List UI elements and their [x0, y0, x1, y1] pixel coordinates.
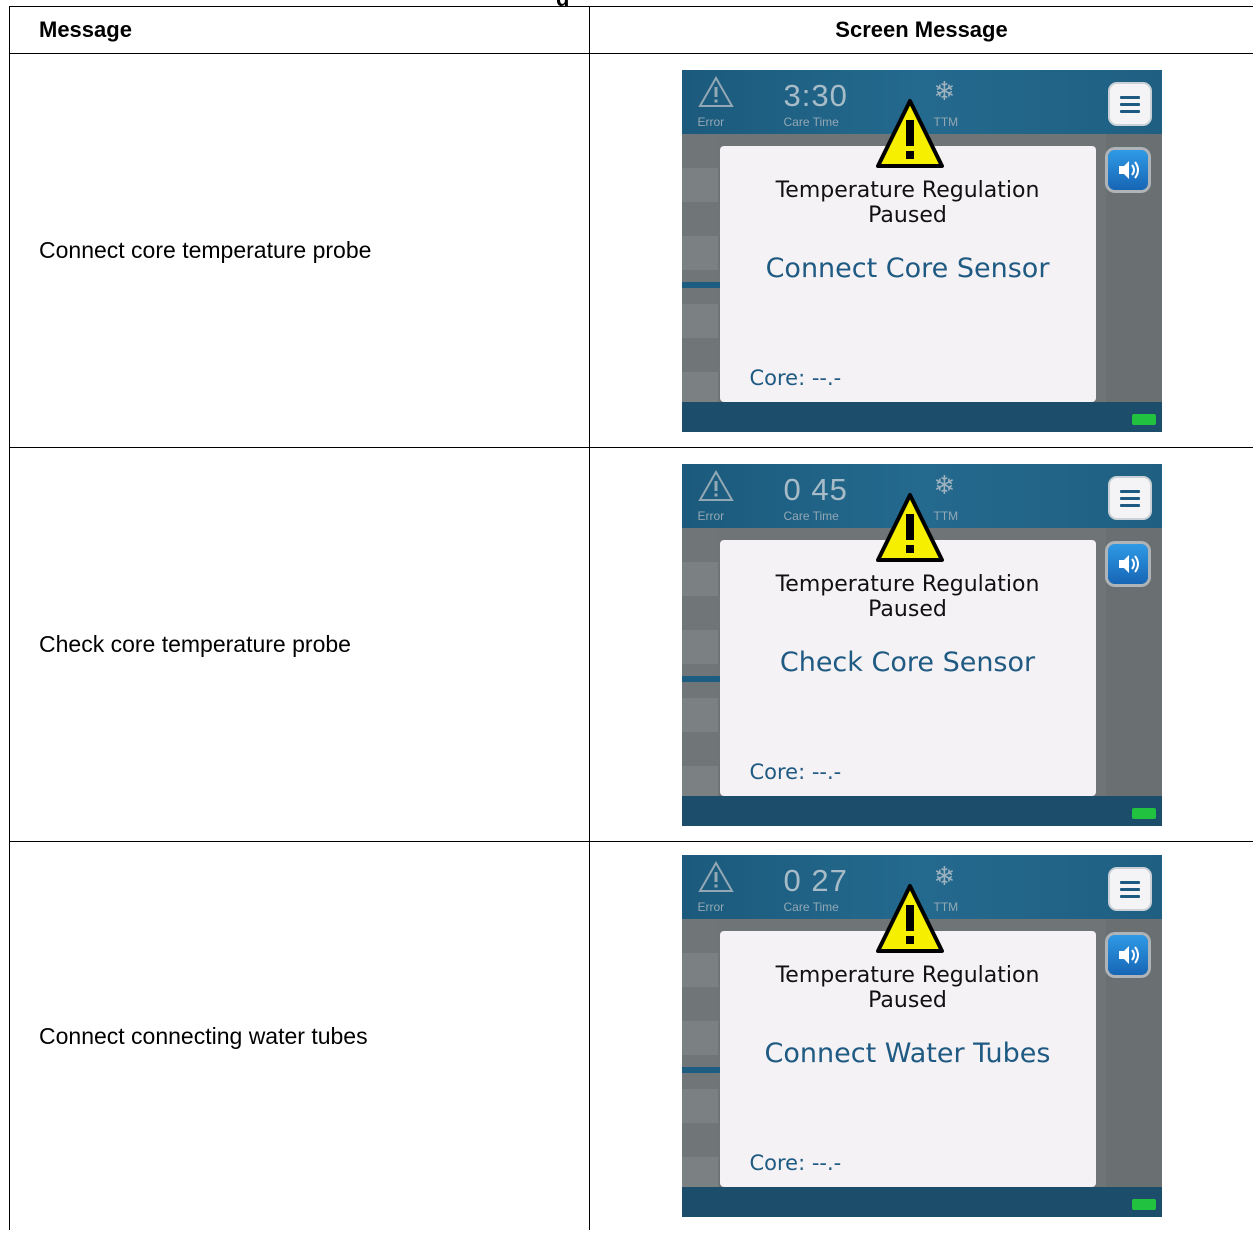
- table-row: Connect core temperature probe Error 3:3…: [9, 53, 1253, 448]
- graph-area: [681, 527, 718, 796]
- table-row: Connect connecting water tubes Error 0 2…: [9, 841, 1253, 1230]
- dialog-message: Connect Water Tubes: [764, 1038, 1051, 1069]
- menu-line: [1119, 888, 1140, 891]
- dialog-title-line2: Paused: [868, 202, 947, 228]
- dialog-title-line2: Paused: [868, 988, 947, 1013]
- warning-triangle-icon: [875, 884, 944, 953]
- hamburger-menu-icon: [1119, 489, 1140, 493]
- care-time-label: Care Time: [783, 900, 839, 914]
- screen-cell: Error 3:30 Care Time ❄ TTM Temperature R…: [589, 53, 1253, 448]
- dialog-title-line1: Temperature Regulation: [775, 963, 1040, 988]
- care-time-value: 0 27: [783, 863, 848, 898]
- battery-icon: [1131, 807, 1156, 819]
- menu-button[interactable]: [1109, 869, 1150, 909]
- menu-line: [1119, 109, 1140, 113]
- header-screen-message: Screen Message: [589, 6, 1253, 54]
- error-label: Error: [697, 508, 725, 523]
- dialog-message: Connect Core Sensor: [765, 252, 1050, 284]
- speaker-icon: [1118, 160, 1139, 179]
- menu-line: [1119, 895, 1140, 898]
- warning-triangle-icon: [875, 492, 944, 562]
- error-label: Error: [697, 114, 725, 129]
- table-row: Check core temperature probe Error 0 45 …: [9, 447, 1253, 842]
- message-table: Message Screen Message Connect core temp…: [9, 6, 1253, 1230]
- care-time-value: 0 45: [783, 471, 848, 507]
- sound-button[interactable]: [1107, 149, 1148, 190]
- battery-icon: [1131, 413, 1156, 425]
- device-screen: Error 0 45 Care Time ❄ TTM Temperature R…: [681, 463, 1162, 826]
- message-text: Connect connecting water tubes: [9, 841, 590, 1230]
- warning-outline-icon[interactable]: [697, 469, 734, 502]
- graph-area: [681, 919, 718, 1187]
- dialog-title: Temperature Regulation Paused: [720, 178, 1096, 228]
- core-temperature: Core: --.-: [749, 759, 842, 784]
- speaker-icon: [1118, 946, 1139, 964]
- dialog-title-line1: Temperature Regulation: [775, 571, 1040, 597]
- menu-line: [1119, 102, 1140, 106]
- graph-line: [681, 1067, 720, 1073]
- menu-button[interactable]: [1109, 477, 1150, 518]
- dialog-title-line2: Paused: [868, 596, 947, 622]
- bottom-bar: [681, 795, 1162, 826]
- sound-button[interactable]: [1107, 543, 1148, 584]
- menu-line: [1119, 496, 1140, 500]
- dialog-title: Temperature Regulation Paused: [720, 963, 1096, 1013]
- error-label: Error: [697, 900, 725, 914]
- device-screen: Error 3:30 Care Time ❄ TTM Temperature R…: [681, 69, 1162, 432]
- bottom-bar: [681, 401, 1162, 432]
- bottom-bar: [681, 1187, 1162, 1217]
- message-text: Connect core temperature probe: [9, 53, 590, 448]
- screen-cell: Error 0 45 Care Time ❄ TTM Temperature R…: [589, 447, 1253, 842]
- table-header-row: Message Screen Message: [9, 6, 1253, 54]
- sound-button[interactable]: [1107, 935, 1148, 975]
- message-text: Check core temperature probe: [9, 447, 590, 842]
- care-time-label: Care Time: [783, 114, 839, 129]
- hamburger-menu-icon: [1119, 881, 1140, 884]
- screen-cell: Error 0 27 Care Time ❄ TTM Temperature R…: [589, 841, 1253, 1230]
- hamburger-menu-icon: [1119, 95, 1140, 99]
- menu-line: [1119, 503, 1140, 507]
- graph-line: [681, 281, 720, 288]
- graph-line: [681, 675, 720, 682]
- device-screen: Error 0 27 Care Time ❄ TTM Temperature R…: [681, 855, 1162, 1217]
- warning-outline-icon[interactable]: [697, 861, 734, 893]
- battery-icon: [1131, 1199, 1156, 1210]
- dialog-title: Temperature Regulation Paused: [720, 572, 1096, 622]
- speaker-icon: [1118, 554, 1139, 573]
- core-temperature: Core: --.-: [749, 365, 842, 390]
- core-temperature: Core: --.-: [749, 1151, 842, 1175]
- warning-outline-icon[interactable]: [697, 75, 734, 108]
- warning-triangle-icon: [875, 98, 944, 168]
- care-time-value: 3:30: [783, 77, 848, 113]
- header-message: Message: [9, 6, 590, 54]
- dialog-title-line1: Temperature Regulation: [775, 177, 1040, 203]
- graph-area: [681, 133, 718, 402]
- dialog-message: Check Core Sensor: [779, 646, 1036, 678]
- care-time-label: Care Time: [783, 508, 839, 523]
- menu-button[interactable]: [1109, 83, 1150, 124]
